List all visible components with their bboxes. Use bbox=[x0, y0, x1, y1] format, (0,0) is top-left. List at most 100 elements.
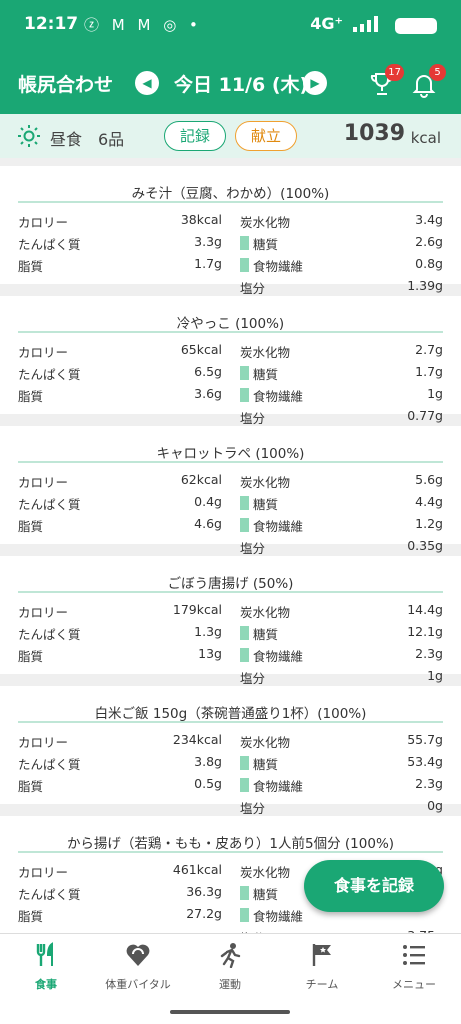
nutrient-value: 1.7g bbox=[415, 364, 443, 379]
total-kcal: 1039 bbox=[343, 121, 405, 146]
nutrient-label: たんぱく質 bbox=[18, 757, 81, 772]
nutrient-label: 炭水化物 bbox=[240, 605, 291, 620]
nutrient-label: カロリー bbox=[18, 215, 69, 230]
current-date[interactable]: 今日 11/6 (木) bbox=[174, 70, 308, 97]
nutrient-value: 0g bbox=[427, 798, 443, 813]
nutrient-label: カロリー bbox=[18, 345, 69, 360]
nutrient-label: 塩分 bbox=[240, 541, 266, 556]
nutrient-row-fat: 脂質 13g bbox=[18, 646, 222, 664]
notification-badge: 5 bbox=[429, 64, 446, 81]
nutrient-label: 食物繊維 bbox=[253, 389, 304, 404]
title-underline bbox=[18, 461, 443, 463]
nutrient-label: カロリー bbox=[18, 605, 69, 620]
nutrient-value: 4.4g bbox=[415, 494, 443, 509]
nutrient-row-salt: 塩分 1.39g bbox=[240, 278, 443, 296]
nutrient-value: 3.8g bbox=[194, 754, 222, 769]
nutrient-row-sugar: 糖質 12.1g bbox=[240, 624, 443, 642]
nutrient-row-protein: たんぱく質 3.8g bbox=[18, 754, 222, 772]
app-header: 帳尻合わせ ◀ 今日 11/6 (木) ▶ 17 5 bbox=[0, 52, 461, 114]
menu-plan-button[interactable]: 献立 bbox=[235, 121, 297, 151]
record-button[interactable]: 記録 bbox=[164, 121, 226, 151]
kcal-unit: kcal bbox=[410, 129, 441, 147]
nutrient-label: 食物繊維 bbox=[253, 909, 304, 924]
nutrient-value: 0.4g bbox=[194, 494, 222, 509]
nutrient-label: 脂質 bbox=[18, 909, 44, 924]
nutrient-label: 塩分 bbox=[240, 671, 266, 686]
nutrient-label: 塩分 bbox=[240, 281, 266, 296]
nutrient-row-calorie: カロリー 461kcal bbox=[18, 862, 222, 880]
nutrient-value: 12.1g bbox=[407, 624, 443, 639]
nutrient-value: 13g bbox=[198, 646, 222, 661]
nutrient-value: 62kcal bbox=[180, 472, 222, 487]
nutrient-row-carbs: 炭水化物 3.4g bbox=[240, 212, 443, 230]
record-meal-fab[interactable]: 食事を記録 bbox=[304, 860, 444, 912]
nutrient-row-carbs: 炭水化物 55.7g bbox=[240, 732, 443, 750]
nutrient-label: カロリー bbox=[18, 735, 69, 750]
nutrient-row-fat: 脂質 4.6g bbox=[18, 516, 222, 534]
title-underline bbox=[18, 331, 443, 333]
nutrient-row-protein: たんぱく質 6.5g bbox=[18, 364, 222, 382]
nutrient-value: 1.2g bbox=[415, 516, 443, 531]
tab-exercise[interactable]: 運動 bbox=[184, 934, 276, 1000]
nutrient-row-carbs: 炭水化物 2.7g bbox=[240, 342, 443, 360]
nutrient-row-carbs: 炭水化物 14.4g bbox=[240, 602, 443, 620]
fork-knife-icon bbox=[36, 942, 53, 966]
nutrient-row-sugar: 糖質 53.4g bbox=[240, 754, 443, 772]
heart-scale-icon bbox=[126, 944, 150, 966]
tab-team[interactable]: チーム bbox=[276, 934, 368, 1000]
network-indicator: 4G⁺ bbox=[310, 14, 343, 33]
tab-weight-vitals[interactable]: 体重バイタル bbox=[92, 934, 184, 1000]
trophy-button[interactable]: 17 bbox=[368, 64, 404, 98]
nutrient-row-protein: たんぱく質 36.3g bbox=[18, 884, 222, 902]
nutrient-row-fiber: 食物繊維 1.2g bbox=[240, 516, 443, 534]
nutrient-label: たんぱく質 bbox=[18, 497, 81, 512]
nutrient-label: 炭水化物 bbox=[240, 215, 291, 230]
sub-nutrient-marker bbox=[240, 626, 249, 640]
nutrient-label: たんぱく質 bbox=[18, 887, 81, 902]
tab-meal[interactable]: 食事 bbox=[0, 934, 92, 1000]
next-day-button[interactable]: ▶ bbox=[303, 71, 327, 95]
nutrient-row-protein: たんぱく質 1.3g bbox=[18, 624, 222, 642]
food-card[interactable]: キャロットラペ (100%) カロリー 62kcal たんぱく質 0.4g 脂質 4.6g 炭… bbox=[0, 426, 461, 556]
food-card[interactable]: ごぼう唐揚げ (50%) カロリー 179kcal たんぱく質 1.3g 脂質 13g 炭水化… bbox=[0, 556, 461, 686]
nutrient-label: 糖質 bbox=[253, 887, 279, 902]
food-card[interactable]: みそ汁（豆腐、わかめ）(100%) カロリー 38kcal たんぱく質 3.3g 脂質 1.… bbox=[0, 166, 461, 296]
nutrient-label: 食物繊維 bbox=[253, 519, 304, 534]
sub-nutrient-marker bbox=[240, 778, 249, 792]
bottom-tab-bar: 食事 体重バイタル 運動 チーム メニュー bbox=[0, 933, 461, 999]
page-title: 帳尻合わせ bbox=[18, 74, 114, 96]
previous-day-button[interactable]: ◀ bbox=[135, 71, 159, 95]
nutrient-value: 0.77g bbox=[407, 408, 443, 423]
nutrient-value: 2.6g bbox=[415, 234, 443, 249]
nutrient-value: 1.7g bbox=[194, 256, 222, 271]
title-underline bbox=[18, 201, 443, 203]
title-underline bbox=[18, 591, 443, 593]
nutrient-label: 食物繊維 bbox=[253, 259, 304, 274]
sub-nutrient-marker bbox=[240, 518, 249, 532]
home-indicator[interactable] bbox=[170, 1010, 290, 1014]
nutrient-value: 1g bbox=[427, 668, 443, 683]
nutrient-label: 食物繊維 bbox=[253, 649, 304, 664]
nutrient-label: たんぱく質 bbox=[18, 627, 81, 642]
nutrient-label: 塩分 bbox=[240, 801, 266, 816]
food-card[interactable]: 冷やっこ (100%) カロリー 65kcal たんぱく質 6.5g 脂質 3.6g 炭水化物… bbox=[0, 296, 461, 426]
nutrient-label: 脂質 bbox=[18, 649, 44, 664]
nutrient-value: 2.3g bbox=[415, 646, 443, 661]
nutrient-row-fat: 脂質 1.7g bbox=[18, 256, 222, 274]
nutrient-value: 5.6g bbox=[415, 472, 443, 487]
nutrient-row-fiber: 食物繊維 2.3g bbox=[240, 776, 443, 794]
food-card[interactable]: 白米ご飯 150g（茶碗普通盛り1杯）(100%) カロリー 234kcal たんぱく… bbox=[0, 686, 461, 816]
notification-button[interactable]: 5 bbox=[410, 64, 446, 98]
nutrient-label: 炭水化物 bbox=[240, 735, 291, 750]
nutrient-label: 糖質 bbox=[253, 237, 279, 252]
nutrient-label: 炭水化物 bbox=[240, 865, 291, 880]
nutrient-row-fiber: 食物繊維 0.8g bbox=[240, 256, 443, 274]
nutrient-label: 食物繊維 bbox=[253, 779, 304, 794]
nutrient-value: 4.6g bbox=[194, 516, 222, 531]
nutrient-value: 14.4g bbox=[407, 602, 443, 617]
nutrient-value: 2.7g bbox=[415, 342, 443, 357]
sub-nutrient-marker bbox=[240, 388, 249, 402]
tab-menu[interactable]: メニュー bbox=[368, 934, 460, 1000]
nutrient-row-salt: 塩分 1g bbox=[240, 668, 443, 686]
nutrient-row-fiber: 食物繊維 1g bbox=[240, 386, 443, 404]
